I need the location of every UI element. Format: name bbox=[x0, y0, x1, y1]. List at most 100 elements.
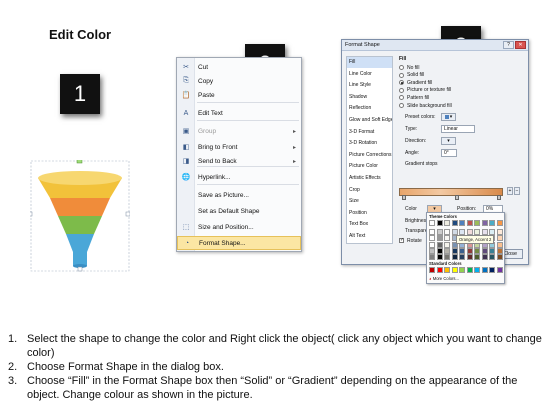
category-alt-text[interactable]: Alt Text bbox=[347, 231, 392, 242]
resize-handle-bottom[interactable] bbox=[77, 266, 83, 272]
theme-color-swatch[interactable] bbox=[436, 241, 443, 248]
theme-color-swatch[interactable] bbox=[481, 247, 488, 254]
help-button[interactable]: ? bbox=[503, 41, 514, 49]
theme-color-swatch[interactable] bbox=[496, 235, 503, 242]
theme-color-swatch[interactable] bbox=[489, 247, 495, 254]
menu-item-size-and-position[interactable]: ⬚ Size and Position... bbox=[177, 220, 301, 234]
standard-color-swatch[interactable] bbox=[474, 267, 480, 273]
category-size[interactable]: Size bbox=[347, 196, 392, 207]
menu-item-set-as-default-shape[interactable]: Set as Default Shape bbox=[177, 204, 301, 218]
angle-input[interactable]: 0° bbox=[441, 149, 457, 157]
theme-color-swatch[interactable] bbox=[496, 220, 503, 226]
category-text-box[interactable]: Text Box bbox=[347, 219, 392, 230]
standard-color-swatch[interactable] bbox=[496, 267, 503, 273]
theme-color-swatch[interactable] bbox=[466, 220, 473, 226]
radio-no-fill[interactable] bbox=[399, 65, 404, 70]
theme-color-swatch[interactable] bbox=[451, 254, 458, 260]
category-3-d-format[interactable]: 3-D Format bbox=[347, 127, 392, 138]
theme-color-swatch[interactable] bbox=[466, 247, 473, 254]
theme-color-swatch[interactable] bbox=[429, 241, 435, 248]
category-reflection[interactable]: Reflection bbox=[347, 103, 392, 114]
gradient-stop-1[interactable] bbox=[402, 195, 406, 200]
rotate-handle[interactable] bbox=[76, 160, 83, 164]
radio-picture-or-texture-fill[interactable] bbox=[399, 87, 404, 93]
close-x-button[interactable]: ✕ bbox=[515, 41, 526, 49]
theme-color-swatch[interactable] bbox=[459, 254, 465, 260]
menu-item-edit-text[interactable]: A Edit Text bbox=[177, 106, 301, 120]
theme-color-swatch[interactable] bbox=[481, 220, 488, 226]
theme-color-swatch[interactable] bbox=[436, 220, 443, 226]
menu-item-cut[interactable]: ✂ Cut bbox=[177, 60, 301, 74]
theme-color-swatch[interactable] bbox=[436, 235, 443, 242]
standard-color-swatch[interactable] bbox=[481, 267, 488, 273]
remove-stop-button[interactable]: − bbox=[514, 187, 520, 195]
category-3-d-rotation[interactable]: 3-D Rotation bbox=[347, 138, 392, 149]
gradient-stop-2[interactable] bbox=[455, 195, 459, 200]
theme-color-swatch[interactable] bbox=[444, 229, 450, 236]
standard-color-swatch[interactable] bbox=[459, 267, 465, 273]
theme-color-swatch[interactable] bbox=[481, 254, 488, 260]
category-crop[interactable]: Crop bbox=[347, 185, 392, 196]
category-position[interactable]: Position bbox=[347, 208, 392, 219]
theme-color-swatch[interactable] bbox=[474, 247, 480, 254]
theme-color-swatch[interactable] bbox=[444, 247, 450, 254]
radio-solid-fill[interactable] bbox=[399, 72, 404, 78]
theme-color-swatch[interactable] bbox=[429, 235, 435, 242]
resize-handle-right[interactable] bbox=[125, 211, 130, 217]
category-picture-color[interactable]: Picture Color bbox=[347, 161, 392, 172]
theme-color-swatch[interactable] bbox=[429, 254, 435, 260]
standard-color-swatch[interactable] bbox=[466, 267, 473, 273]
menu-item-hyperlink[interactable]: 🌐 Hyperlink... bbox=[177, 170, 301, 184]
category-line-style[interactable]: Line Style bbox=[347, 80, 392, 91]
theme-color-swatch[interactable] bbox=[429, 220, 435, 226]
theme-color-swatch[interactable] bbox=[496, 241, 503, 248]
menu-item-copy[interactable]: ⎘ Copy bbox=[177, 74, 301, 88]
menu-item-format-shape[interactable]: ◔ Format Shape... bbox=[177, 236, 301, 250]
menu-item-group[interactable]: ▣ Group ▸ bbox=[177, 124, 301, 138]
theme-color-swatch[interactable] bbox=[436, 254, 443, 260]
standard-color-swatch[interactable] bbox=[429, 267, 435, 273]
rotate-checkbox[interactable] bbox=[399, 237, 404, 243]
theme-color-swatch[interactable] bbox=[459, 220, 465, 226]
theme-color-swatch[interactable] bbox=[466, 254, 473, 260]
category-glow-and-soft-edges[interactable]: Glow and Soft Edges bbox=[347, 115, 392, 126]
menu-item-paste[interactable]: 📋 Paste bbox=[177, 88, 301, 102]
radio-gradient-fill[interactable] bbox=[399, 80, 404, 86]
theme-color-swatch[interactable] bbox=[444, 241, 450, 248]
theme-color-swatch[interactable] bbox=[496, 254, 503, 260]
preset-colors-dropdown[interactable]: ▾ bbox=[441, 113, 456, 121]
standard-color-swatch[interactable] bbox=[451, 267, 458, 273]
theme-color-swatch[interactable] bbox=[474, 254, 480, 260]
theme-color-swatch[interactable] bbox=[429, 229, 435, 236]
theme-color-swatch[interactable] bbox=[436, 229, 443, 236]
category-fill[interactable]: Fill bbox=[347, 57, 392, 68]
theme-color-swatch[interactable] bbox=[444, 220, 450, 226]
theme-color-swatch[interactable] bbox=[451, 220, 458, 226]
resize-handle-left[interactable] bbox=[30, 211, 33, 217]
category-line-color[interactable]: Line Color bbox=[347, 69, 392, 80]
category-artistic-effects[interactable]: Artistic Effects bbox=[347, 173, 392, 184]
standard-color-swatch[interactable] bbox=[436, 267, 443, 273]
standard-color-swatch[interactable] bbox=[489, 267, 495, 273]
theme-color-swatch[interactable] bbox=[451, 247, 458, 254]
theme-color-swatch[interactable] bbox=[496, 229, 503, 236]
theme-color-swatch[interactable] bbox=[444, 235, 450, 242]
gradient-stop-3[interactable] bbox=[497, 195, 501, 200]
more-colors-link[interactable]: ◕ More Colors... bbox=[429, 276, 459, 281]
theme-color-swatch[interactable] bbox=[474, 220, 480, 226]
theme-color-swatch[interactable] bbox=[436, 247, 443, 254]
category-shadow[interactable]: Shadow bbox=[347, 92, 392, 103]
theme-color-swatch[interactable] bbox=[459, 247, 465, 254]
add-stop-button[interactable]: + bbox=[507, 187, 513, 195]
type-dropdown[interactable]: Linear bbox=[441, 125, 475, 133]
direction-dropdown[interactable]: ▾ bbox=[441, 137, 456, 145]
radio-pattern-fill[interactable] bbox=[399, 95, 404, 101]
theme-color-swatch[interactable] bbox=[444, 254, 450, 260]
menu-item-save-as-picture[interactable]: Save as Picture... bbox=[177, 188, 301, 202]
radio-slide-background-fill[interactable] bbox=[399, 103, 404, 108]
standard-color-swatch[interactable] bbox=[444, 267, 450, 273]
category-picture-corrections[interactable]: Picture Corrections bbox=[347, 150, 392, 161]
theme-color-swatch[interactable] bbox=[496, 247, 503, 254]
theme-color-swatch[interactable] bbox=[489, 254, 495, 260]
menu-item-bring-to-front[interactable]: ◧ Bring to Front ▸ bbox=[177, 140, 301, 154]
